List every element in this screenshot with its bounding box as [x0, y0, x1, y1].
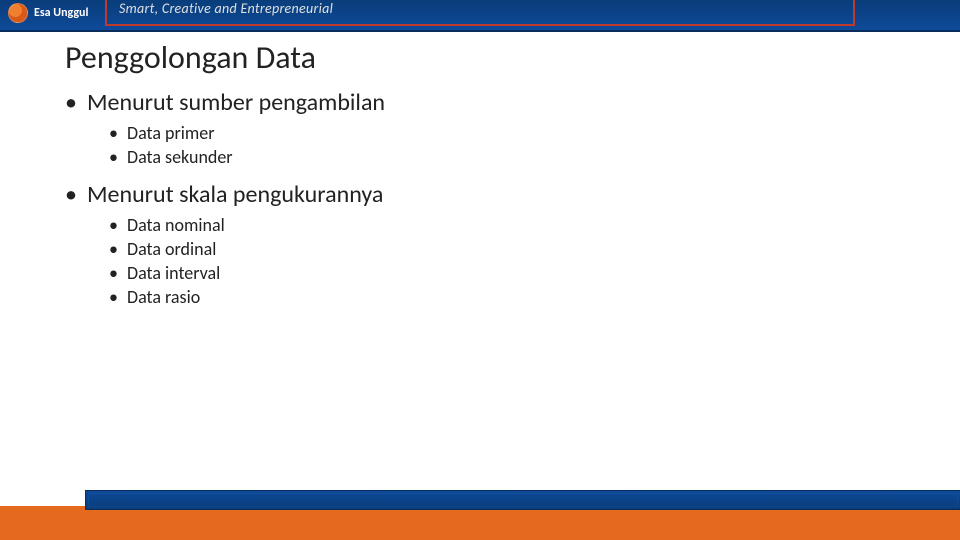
sub-list: • Data primer • Data sekunder: [109, 121, 880, 170]
list-item: • Menurut skala pengukurannya: [65, 180, 880, 209]
bullet-icon: •: [65, 180, 87, 209]
list-item-label: Data primer: [127, 121, 215, 145]
bullet-icon: •: [109, 145, 127, 169]
list-item-label: Data sekunder: [127, 145, 233, 169]
slide: Esa Unggul Smart, Creative and Entrepren…: [0, 0, 960, 540]
slide-title: Penggolongan Data: [65, 38, 316, 77]
slide-body: • Menurut sumber pengambilan • Data prim…: [65, 88, 880, 320]
list-item: • Data interval: [109, 261, 880, 285]
list-item: • Data rasio: [109, 285, 880, 309]
list-item-label: Data nominal: [127, 213, 225, 237]
list-item-label: Menurut sumber pengambilan: [87, 88, 385, 117]
bullet-icon: •: [109, 213, 127, 237]
list-item: • Data sekunder: [109, 145, 880, 169]
footer-orange-bar: [0, 506, 960, 540]
bullet-icon: •: [65, 88, 87, 117]
list-item: • Data primer: [109, 121, 880, 145]
header-tagline: Smart, Creative and Entrepreneurial: [107, 0, 853, 18]
bullet-icon: •: [109, 261, 127, 285]
bullet-icon: •: [109, 237, 127, 261]
list-item: • Menurut sumber pengambilan: [65, 88, 880, 117]
brand-name: Esa Unggul: [34, 6, 88, 20]
list-item-label: Data ordinal: [127, 237, 216, 261]
brand-logo: Esa Unggul: [8, 3, 88, 23]
list-item-label: Data rasio: [127, 285, 200, 309]
list-item: • Data ordinal: [109, 237, 880, 261]
footer-band: [0, 482, 960, 540]
footer-blue-bar: [85, 490, 960, 510]
logo-icon: [8, 3, 28, 23]
sub-list: • Data nominal • Data ordinal • Data int…: [109, 213, 880, 310]
list-item-label: Menurut skala pengukurannya: [87, 180, 383, 209]
header-band: Esa Unggul Smart, Creative and Entrepren…: [0, 0, 960, 32]
list-item: • Data nominal: [109, 213, 880, 237]
bullet-icon: •: [109, 121, 127, 145]
header-frame: Smart, Creative and Entrepreneurial: [105, 0, 855, 26]
list-item-label: Data interval: [127, 261, 220, 285]
bullet-icon: •: [109, 285, 127, 309]
